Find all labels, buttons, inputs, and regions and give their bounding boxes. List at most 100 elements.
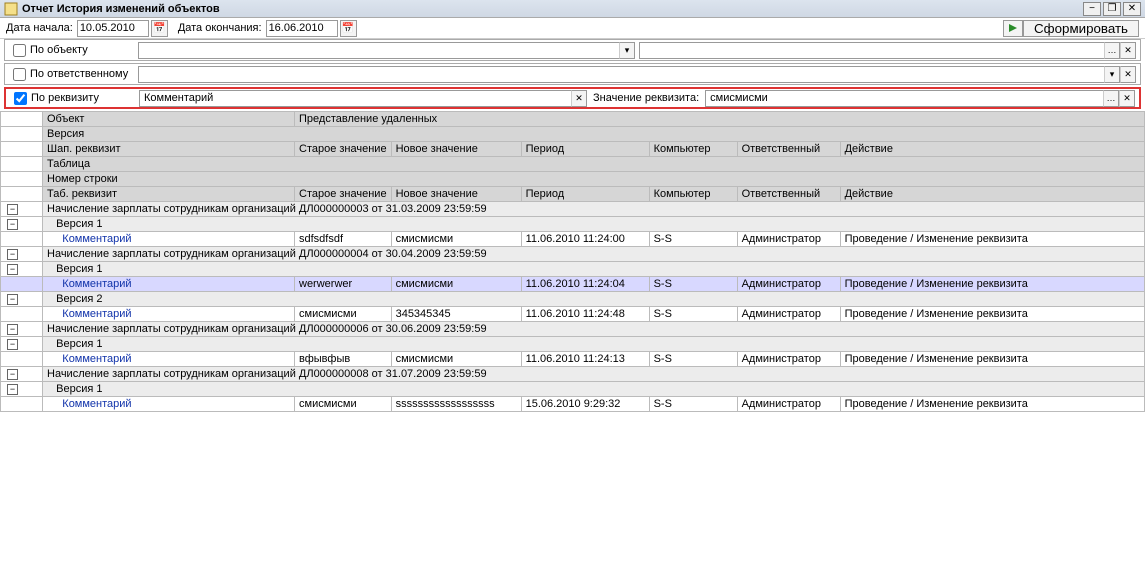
hdr-table: Таблица <box>43 157 1145 172</box>
expand-collapse-icon[interactable]: − <box>7 384 18 395</box>
tree-cell: − <box>1 322 43 337</box>
date-to-calendar-icon[interactable]: 📅 <box>340 20 357 37</box>
detail-old: смисмисми <box>295 307 392 322</box>
ellipsis-icon[interactable]: … <box>1103 90 1119 107</box>
filter-attribute-value-input[interactable] <box>705 90 1103 107</box>
hdr-row-tab: Таб. реквизитСтарое значениеНовое значен… <box>1 187 1145 202</box>
detail-action: Проведение / Изменение реквизита <box>840 397 1144 412</box>
clear-icon[interactable]: ✕ <box>1119 90 1135 107</box>
detail-row[interactable]: Комментарийwerwerwerсмисмисми11.06.2010 … <box>1 277 1145 292</box>
hdr-computer: Компьютер <box>649 142 737 157</box>
detail-rekv: Комментарий <box>43 397 295 412</box>
detail-row[interactable]: Комментарийsdfsdfsdfсмисмисми11.06.2010 … <box>1 232 1145 247</box>
dropdown-icon[interactable]: ▾ <box>619 42 635 59</box>
detail-rekv: Комментарий <box>43 307 295 322</box>
expand-collapse-icon[interactable]: − <box>7 204 18 215</box>
tree-cell <box>1 307 43 322</box>
filter-by-responsible-row: По ответственному ▾✕ <box>4 63 1141 85</box>
group-title: Начисление зарплаты сотрудникам организа… <box>43 322 1145 337</box>
expand-collapse-icon[interactable]: − <box>7 324 18 335</box>
detail-period: 11.06.2010 11:24:13 <box>521 352 649 367</box>
expand-collapse-icon[interactable]: − <box>7 339 18 350</box>
ellipsis-icon[interactable]: … <box>1104 42 1120 59</box>
detail-row[interactable]: Комментарийсмисмисми34534534511.06.2010 … <box>1 307 1145 322</box>
expand-collapse-icon[interactable]: − <box>7 294 18 305</box>
detail-rekv: Комментарий <box>43 277 295 292</box>
detail-responsible: Администратор <box>737 277 840 292</box>
hdr-old: Старое значение <box>295 142 392 157</box>
expand-collapse-icon[interactable]: − <box>7 369 18 380</box>
filter-attribute-name-input[interactable] <box>139 90 571 107</box>
minimize-button[interactable]: − <box>1083 2 1101 16</box>
detail-responsible: Администратор <box>737 352 840 367</box>
detail-old: werwerwer <box>295 277 392 292</box>
group-title: Начисление зарплаты сотрудникам организа… <box>43 247 1145 262</box>
group-row: − Начисление зарплаты сотрудникам организ… <box>1 322 1145 337</box>
detail-computer: S-S <box>649 352 737 367</box>
hdr-object: Объект <box>43 112 295 127</box>
tree-cell: − <box>1 337 43 352</box>
hdr-deleted: Представление удаленных <box>295 112 1145 127</box>
date-from-calendar-icon[interactable]: 📅 <box>151 20 168 37</box>
detail-computer: S-S <box>649 277 737 292</box>
expand-collapse-icon[interactable]: − <box>7 249 18 260</box>
tree-cell <box>1 127 43 142</box>
expand-collapse-icon[interactable]: − <box>7 264 18 275</box>
detail-new: смисмисми <box>391 277 521 292</box>
detail-old: sdfsdfsdf <box>295 232 392 247</box>
tree-cell <box>1 187 43 202</box>
filter-by-responsible-checkbox[interactable] <box>13 68 26 81</box>
detail-row[interactable]: Комментарийвфывфывсмисмисми11.06.2010 11… <box>1 352 1145 367</box>
run-icon-button[interactable] <box>1003 20 1023 37</box>
filter-by-object-input1[interactable] <box>138 42 619 59</box>
report-table: ОбъектПредставление удаленныхВерсияШап. … <box>0 111 1145 412</box>
date-from-input[interactable] <box>77 20 149 37</box>
clear-icon[interactable]: ✕ <box>1120 66 1136 83</box>
filter-by-object-row: По объекту ▾ …✕ <box>4 39 1141 61</box>
restore-button[interactable]: ❐ <box>1103 2 1121 16</box>
expand-collapse-icon[interactable]: − <box>7 219 18 230</box>
close-button[interactable]: ✕ <box>1123 2 1141 16</box>
version-label: Версия 1 <box>43 262 1145 277</box>
hdr-old2: Старое значение <box>295 187 392 202</box>
filter-by-attribute-checkbox[interactable] <box>14 92 27 105</box>
tree-cell <box>1 172 43 187</box>
detail-computer: S-S <box>649 397 737 412</box>
filter-by-attribute-row: По реквизиту ✕ Значение реквизита: …✕ <box>4 87 1141 109</box>
detail-row[interactable]: Комментарийсмисмисмиssssssssssssssssss15… <box>1 397 1145 412</box>
detail-computer: S-S <box>649 307 737 322</box>
detail-action: Проведение / Изменение реквизита <box>840 352 1144 367</box>
generate-button[interactable]: Сформировать <box>1023 20 1139 37</box>
date-to-input[interactable] <box>266 20 338 37</box>
tree-cell: − <box>1 202 43 217</box>
group-title: Начисление зарплаты сотрудникам организа… <box>43 367 1145 382</box>
filter-by-responsible-input[interactable] <box>138 66 1104 83</box>
detail-old: вфывфыв <box>295 352 392 367</box>
tree-cell <box>1 277 43 292</box>
filter-by-attribute-label: По реквизиту <box>31 92 139 104</box>
tree-cell: − <box>1 382 43 397</box>
group-row: − Начисление зарплаты сотрудникам организ… <box>1 247 1145 262</box>
report-grid-scroll[interactable]: ОбъектПредставление удаленныхВерсияШап. … <box>0 111 1145 573</box>
detail-new: смисмисми <box>391 232 521 247</box>
filter-by-responsible-label: По ответственному <box>30 68 138 80</box>
detail-action: Проведение / Изменение реквизита <box>840 277 1144 292</box>
detail-responsible: Администратор <box>737 397 840 412</box>
filter-by-object-input2[interactable] <box>639 42 1104 59</box>
version-row: − Версия 1 <box>1 337 1145 352</box>
tree-cell <box>1 112 43 127</box>
clear-icon[interactable]: ✕ <box>1120 42 1136 59</box>
detail-new: смисмисми <box>391 352 521 367</box>
hdr-row-rownum: Номер строки <box>1 172 1145 187</box>
hdr-tab-rekv: Таб. реквизит <box>43 187 295 202</box>
date-filter-bar: Дата начала: 📅 Дата окончания: 📅 Сформир… <box>0 18 1145 39</box>
hdr-version: Версия <box>43 127 1145 142</box>
clear-icon[interactable]: ✕ <box>571 90 587 107</box>
hdr-row-object: ОбъектПредставление удаленных <box>1 112 1145 127</box>
detail-action: Проведение / Изменение реквизита <box>840 232 1144 247</box>
dropdown-icon[interactable]: ▾ <box>1104 66 1120 83</box>
detail-responsible: Администратор <box>737 307 840 322</box>
filter-by-object-checkbox[interactable] <box>13 44 26 57</box>
detail-new: 345345345 <box>391 307 521 322</box>
detail-period: 11.06.2010 11:24:04 <box>521 277 649 292</box>
